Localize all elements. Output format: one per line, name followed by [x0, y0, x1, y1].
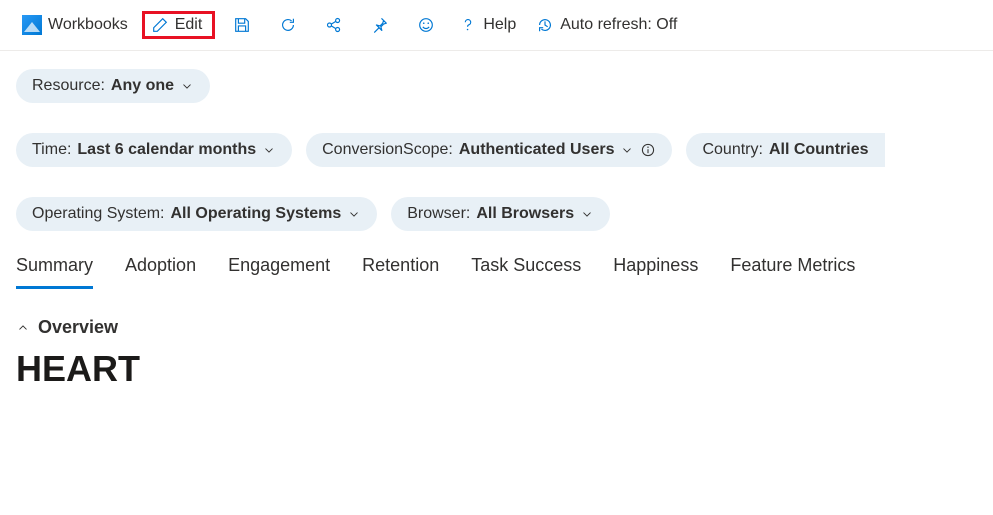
filter-key: Time: [32, 141, 71, 159]
chevron-up-icon [16, 321, 30, 335]
save-button[interactable] [223, 10, 261, 40]
edit-highlight: Edit [142, 11, 216, 39]
filter-value: Last 6 calendar months [77, 141, 256, 159]
filter-browser[interactable]: Browser: All Browsers [391, 197, 610, 231]
save-icon [233, 16, 251, 34]
edit-button[interactable]: Edit [151, 16, 203, 34]
tab-feature-metrics[interactable]: Feature Metrics [730, 255, 855, 289]
tab-task-success[interactable]: Task Success [471, 255, 581, 289]
filter-value: All Operating Systems [171, 205, 342, 223]
feedback-button[interactable] [407, 10, 445, 40]
filter-row-3: Operating System: All Operating Systems … [16, 197, 977, 231]
autorefresh-button[interactable]: Auto refresh: Off [530, 12, 683, 38]
filter-row-1: Resource: Any one [16, 69, 977, 103]
pin-button[interactable] [361, 10, 399, 40]
overview-section: Overview HEART [0, 289, 993, 400]
chevron-down-icon [347, 207, 361, 221]
tab-summary[interactable]: Summary [16, 255, 93, 289]
tab-happiness[interactable]: Happiness [613, 255, 698, 289]
chevron-down-icon [180, 79, 194, 93]
refresh-icon [279, 16, 297, 34]
tabs: Summary Adoption Engagement Retention Ta… [0, 237, 993, 289]
smiley-icon [417, 16, 435, 34]
pencil-icon [151, 16, 169, 34]
filter-conversion[interactable]: ConversionScope: Authenticated Users [306, 133, 672, 167]
chevron-down-icon [620, 143, 634, 157]
filter-row-2: Time: Last 6 calendar months ConversionS… [16, 133, 977, 167]
filter-key: Browser: [407, 205, 470, 223]
share-button[interactable] [315, 10, 353, 40]
chevron-down-icon [580, 207, 594, 221]
help-button[interactable]: Help [453, 12, 522, 38]
filter-value: All Browsers [476, 205, 574, 223]
workbooks-label: Workbooks [48, 16, 128, 34]
refresh-button[interactable] [269, 10, 307, 40]
autorefresh-label: Auto refresh: Off [560, 16, 677, 34]
filter-time[interactable]: Time: Last 6 calendar months [16, 133, 292, 167]
filter-value: Authenticated Users [459, 141, 615, 159]
filter-key: Operating System: [32, 205, 165, 223]
page-title: HEART [16, 348, 977, 390]
chevron-down-icon [262, 143, 276, 157]
filter-key: Resource: [32, 77, 105, 95]
toolbar: Workbooks Edit [0, 0, 993, 51]
filter-os[interactable]: Operating System: All Operating Systems [16, 197, 377, 231]
help-label: Help [483, 16, 516, 34]
tab-engagement[interactable]: Engagement [228, 255, 330, 289]
overview-label: Overview [38, 317, 118, 338]
filter-area: Resource: Any one Time: Last 6 calendar … [0, 51, 993, 237]
filter-key: ConversionScope: [322, 141, 453, 159]
help-icon [459, 16, 477, 34]
edit-label: Edit [175, 16, 203, 34]
filter-key: Country: [702, 141, 762, 159]
workbooks-button[interactable]: Workbooks [16, 11, 134, 39]
tab-adoption[interactable]: Adoption [125, 255, 196, 289]
tab-retention[interactable]: Retention [362, 255, 439, 289]
filter-value: Any one [111, 77, 174, 95]
history-icon [536, 16, 554, 34]
filter-country[interactable]: Country: All Countries [686, 133, 884, 167]
pin-icon [371, 16, 389, 34]
filter-value: All Countries [769, 141, 869, 159]
filter-resource[interactable]: Resource: Any one [16, 69, 210, 103]
workbooks-icon [22, 15, 42, 35]
share-icon [325, 16, 343, 34]
info-icon [640, 142, 656, 158]
overview-toggle[interactable]: Overview [16, 317, 977, 338]
